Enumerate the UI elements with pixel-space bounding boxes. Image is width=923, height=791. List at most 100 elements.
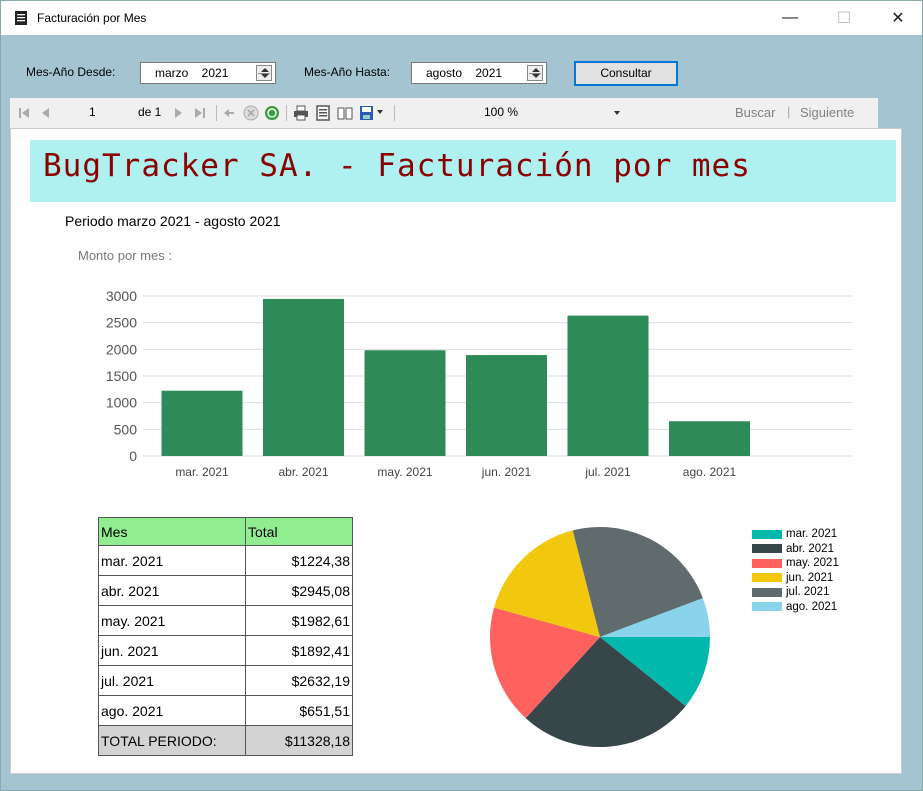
consultar-button[interactable]: Consultar [574,61,678,86]
report-title: BugTracker SA. - Facturación por mes [43,148,751,184]
bar [466,355,547,456]
hasta-date-picker[interactable]: agosto 2021 [411,62,547,84]
row-month: jun. 2021 [98,635,246,666]
bar-chart-label: Monto por mes : [78,248,172,263]
report-toolbar: 1 de 1 100 % Buscar | Siguiente [10,98,878,128]
hasta-date-value: agosto 2021 [426,66,503,80]
desde-date-picker[interactable]: marzo 2021 [140,62,276,84]
table-total-row: TOTAL PERIODO: $11328,18 [98,725,353,756]
page-setup-icon[interactable] [337,105,353,121]
legend-label: ago. 2021 [786,600,838,613]
y-tick-label: 0 [129,448,137,464]
legend-label: may. 2021 [786,557,839,570]
x-tick-label: may. 2021 [377,465,432,479]
legend-label: mar. 2021 [786,528,838,541]
legend-swatch [752,544,782,554]
table-header-total: Total [245,517,353,546]
next-page-icon[interactable] [174,106,184,120]
x-tick-label: ago. 2021 [683,465,737,479]
maximize-button[interactable]: ☐ [821,1,867,35]
table-row: may. 2021 $1982,61 [98,605,353,636]
stop-icon[interactable] [243,105,259,121]
x-tick-label: mar. 2021 [175,465,229,479]
row-month: ago. 2021 [98,695,246,726]
legend-label: abr. 2021 [786,542,834,555]
legend-label: jul. 2021 [786,586,830,599]
buscar-link[interactable]: Buscar [735,105,775,120]
row-month: may. 2021 [98,605,246,636]
refresh-icon[interactable] [264,105,280,121]
table-row: mar. 2021 $1224,38 [98,545,353,576]
row-month: jul. 2021 [98,665,246,696]
hasta-label: Mes-Año Hasta: [304,65,391,79]
toolbar-divider: | [787,104,791,119]
y-tick-label: 1500 [106,368,137,384]
first-page-icon[interactable] [18,106,30,120]
page-number-input[interactable]: 1 [89,103,135,122]
chevron-down-icon [614,111,620,115]
back-icon[interactable] [223,106,235,120]
y-tick-label: 2000 [106,341,137,357]
siguiente-link[interactable]: Siguiente [800,105,854,120]
title-bar: Facturación por Mes — ☐ ✕ [1,1,922,35]
y-tick-label: 3000 [106,288,137,304]
pie-chart [490,527,710,747]
legend-swatch [752,529,782,539]
app-window: Facturación por Mes — ☐ ✕ Mes-Año Desde:… [0,0,923,791]
row-total: $2632,19 [245,665,353,696]
desde-label: Mes-Año Desde: [26,65,116,79]
row-total: $1224,38 [245,545,353,576]
hasta-spin-button[interactable] [527,65,543,81]
legend-label: jun. 2021 [786,571,834,584]
close-button[interactable]: ✕ [875,1,921,35]
legend-item: jul. 2021 [752,585,839,600]
x-tick-label: jul. 2021 [584,465,631,479]
row-total: $1982,61 [245,605,353,636]
page-count: de 1 [138,105,162,119]
y-tick-label: 500 [114,421,138,437]
row-month: abr. 2021 [98,575,246,606]
export-dropdown-icon[interactable] [377,110,384,115]
print-icon[interactable] [293,105,309,121]
x-tick-label: abr. 2021 [278,465,328,479]
report-title-banner: BugTracker SA. - Facturación por mes [30,140,896,202]
legend-item: mar. 2021 [752,527,839,542]
row-month: mar. 2021 [98,545,246,576]
bar [567,315,649,456]
export-icon[interactable] [359,105,375,121]
table-row: jul. 2021 $2632,19 [98,665,353,696]
report-period: Periodo marzo 2021 - agosto 2021 [65,213,281,229]
legend-item: abr. 2021 [752,542,839,557]
desde-spin-button[interactable] [256,65,272,81]
legend-swatch [752,602,782,612]
billing-table: Mes Total mar. 2021 $1224,38 abr. 2021 $29… [98,517,353,756]
legend-item: jun. 2021 [752,571,839,586]
legend-item: ago. 2021 [752,600,839,615]
row-total: $2945,08 [245,575,353,606]
zoom-select[interactable]: 100 % [484,102,626,123]
row-total: $1892,41 [245,635,353,666]
x-tick-label: jun. 2021 [481,465,532,479]
legend-swatch [752,573,782,583]
desde-date-value: marzo 2021 [155,66,229,80]
pie-legend: mar. 2021 abr. 2021 may. 2021 jun. 2021 jul.… [752,527,839,614]
last-page-icon[interactable] [194,106,206,120]
bar [364,350,446,456]
table-row: abr. 2021 $2945,08 [98,575,353,606]
document-icon [13,10,29,26]
bar [161,390,243,456]
row-total: $651,51 [245,695,353,726]
minimize-button[interactable]: — [767,1,813,35]
table-header-mes: Mes [98,517,246,546]
total-label: TOTAL PERIODO: [98,725,246,756]
report-page: BugTracker SA. - Facturación por mes Per… [10,128,902,774]
bar [263,298,344,456]
previous-page-icon[interactable] [40,106,50,120]
table-row: jun. 2021 $1892,41 [98,635,353,666]
y-tick-label: 2500 [106,315,137,331]
total-value: $11328,18 [245,725,353,756]
window-title: Facturación por Mes [37,11,147,25]
print-layout-icon[interactable] [315,105,331,121]
zoom-value: 100 % [484,105,519,119]
legend-swatch [752,558,782,568]
